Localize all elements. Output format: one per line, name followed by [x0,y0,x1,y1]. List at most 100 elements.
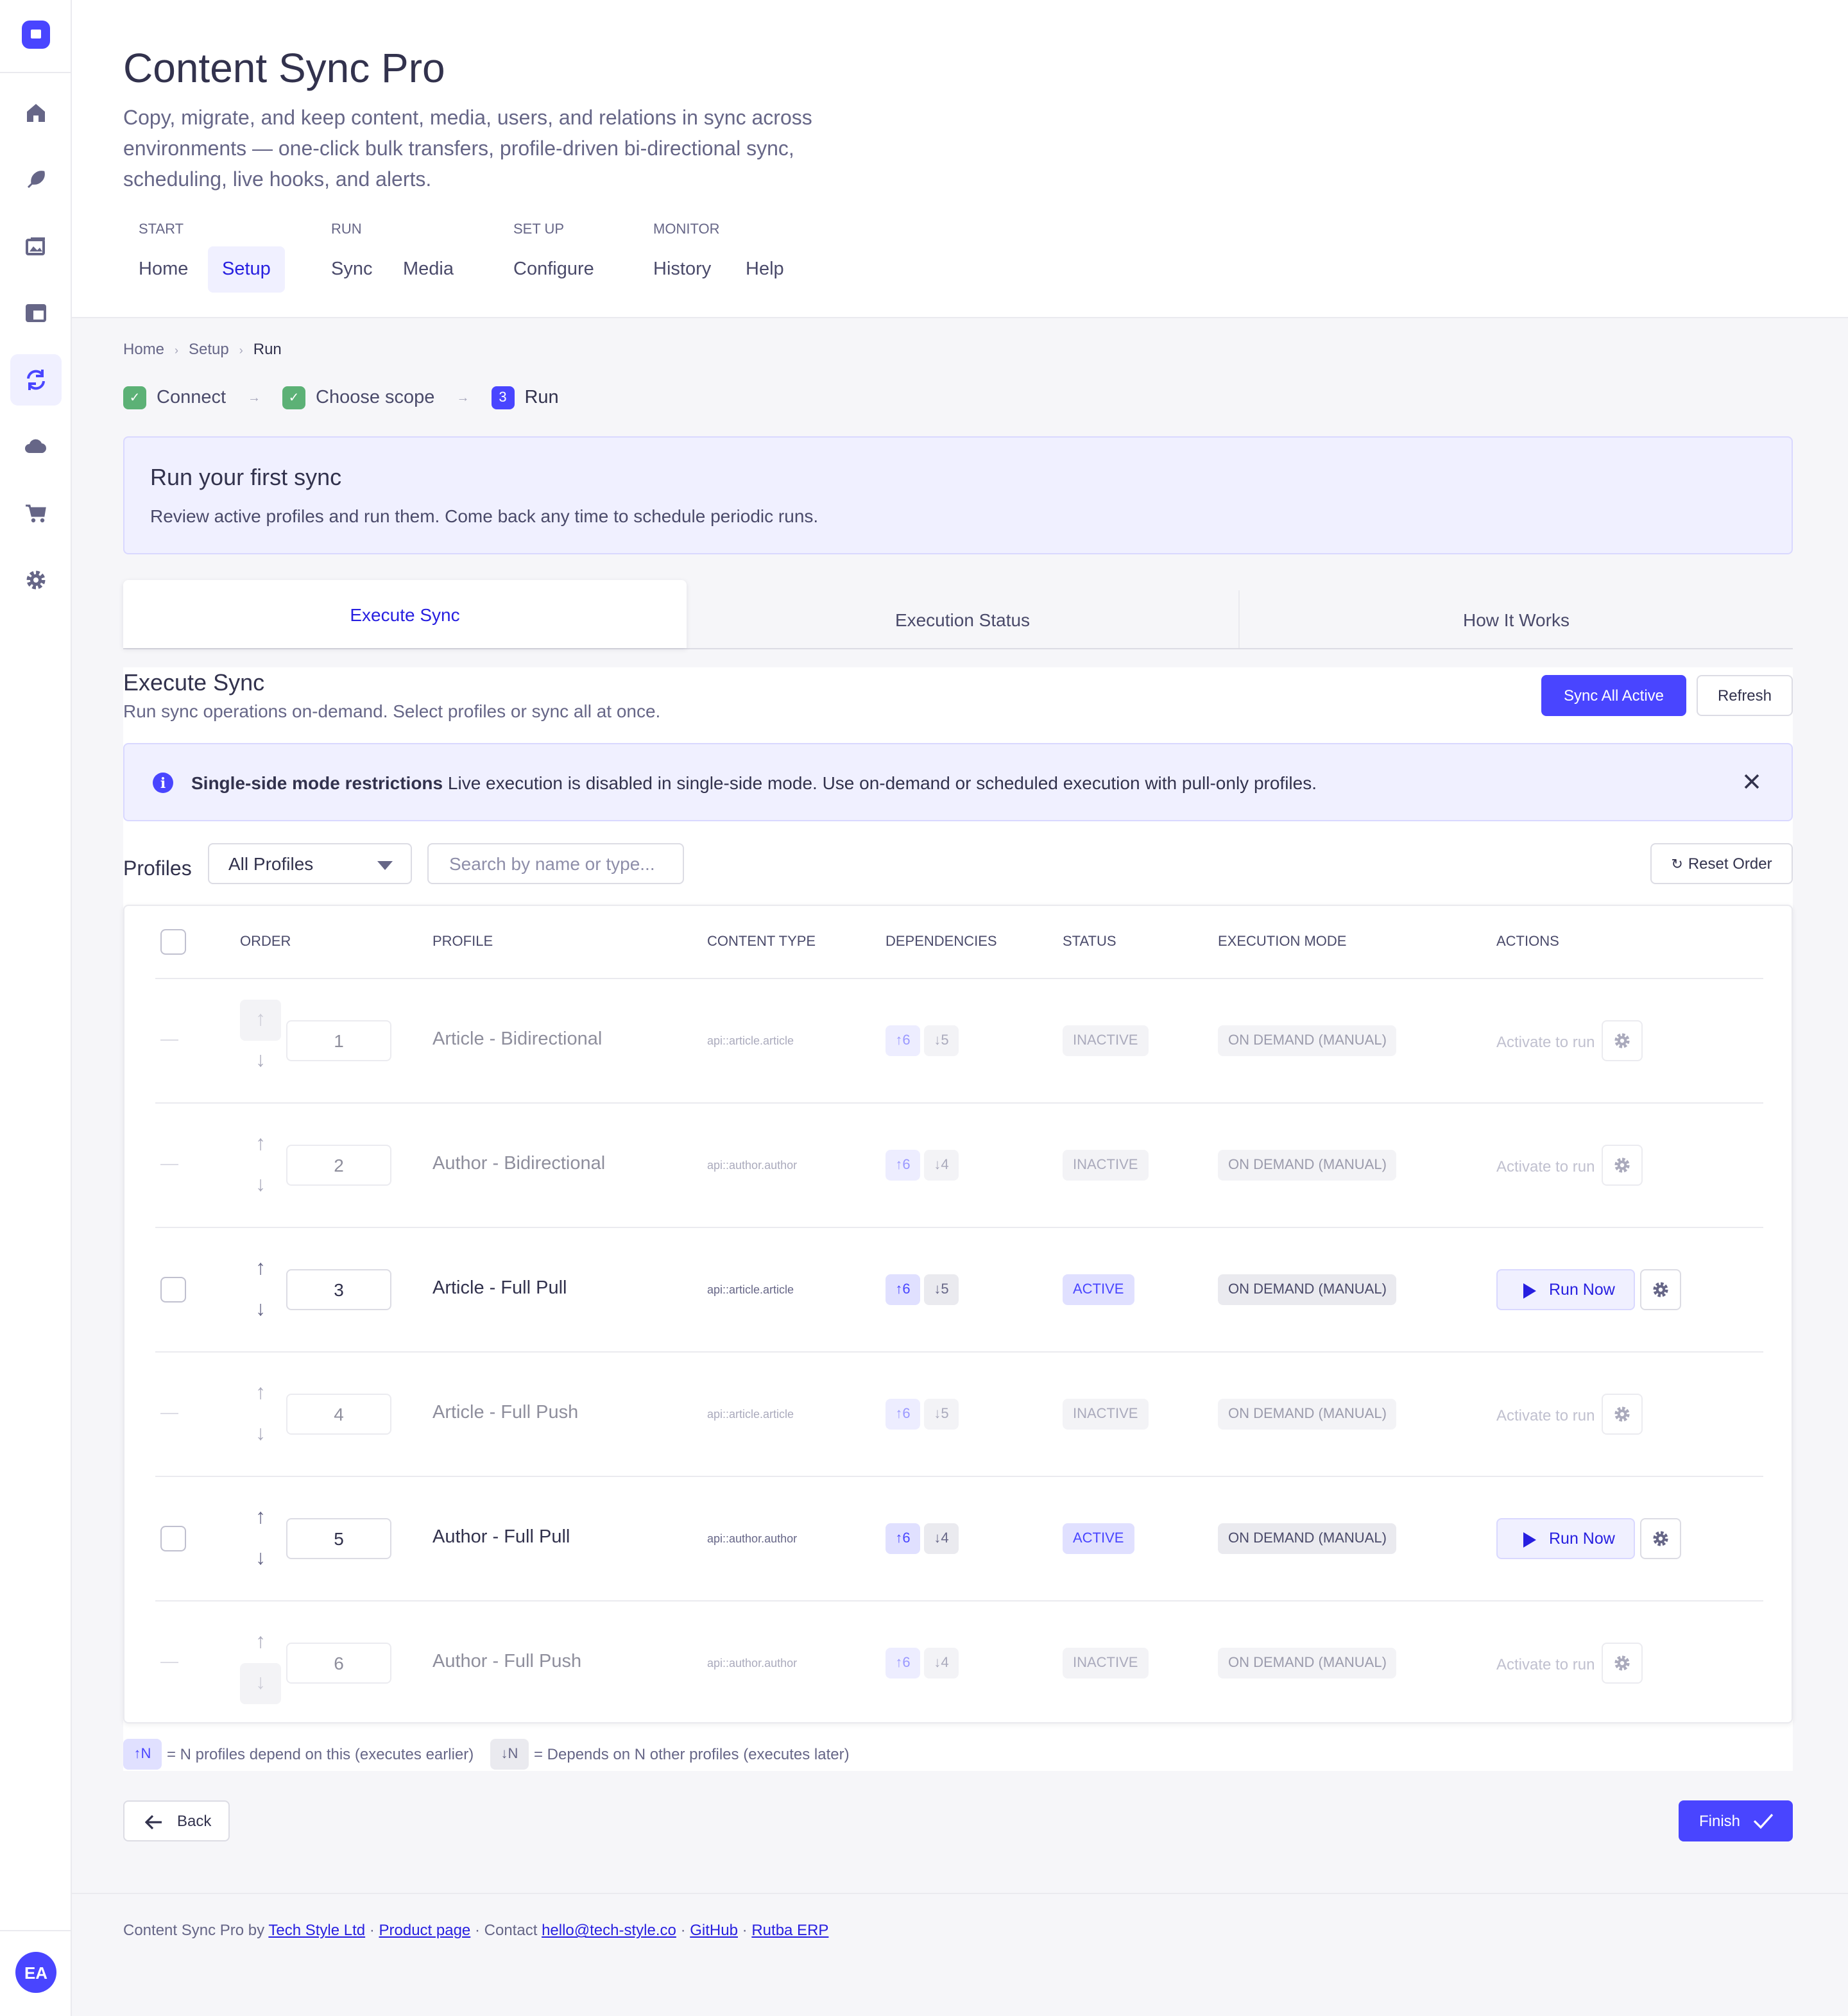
company-link[interactable]: Tech Style Ltd [268,1921,365,1939]
profile-name: Author - Full Pull [432,1527,570,1548]
execution-mode-badge: ON DEMAND (MANUAL) [1218,1150,1397,1181]
row-checkbox[interactable] [160,1526,186,1551]
wizard-steps: ✓ Connect → ✓ Choose scope → 3 Run [123,386,559,409]
gear-icon[interactable] [10,554,62,606]
feather-icon[interactable] [10,154,62,205]
move-down-button[interactable]: ↓ [240,1165,281,1206]
search-input[interactable] [427,843,684,884]
content-type: api::author.author [707,1159,798,1172]
step-connect[interactable]: Connect [157,388,226,408]
tab-execute-sync[interactable]: Execute Sync [123,580,687,648]
arrow-right-icon: → [456,391,470,405]
activate-hint: Activate to run [1496,1655,1595,1673]
table-row: ↑ ↓ Author - Full Pull api::author.autho… [124,1477,1792,1600]
tab-sync[interactable]: Sync [317,246,387,293]
execution-mode-badge: ON DEMAND (MANUAL) [1218,1523,1397,1554]
tab-home[interactable]: Home [124,246,202,293]
select-all-checkbox[interactable] [160,929,186,955]
settings-button[interactable] [1640,1518,1681,1559]
tab-execution-status[interactable]: Execution Status [687,590,1238,648]
order-input[interactable] [286,1394,391,1435]
order-input[interactable] [286,1518,391,1559]
cart-icon[interactable] [10,488,62,539]
move-down-button[interactable]: ↓ [240,1290,281,1331]
run-now-button[interactable]: Run Now [1496,1269,1635,1310]
intro-banner: Run your first sync Review active profil… [123,436,1793,554]
order-input[interactable] [286,1145,391,1186]
status-badge: ACTIVE [1063,1274,1134,1305]
col-status[interactable]: STATUS [1063,934,1116,950]
logo-icon[interactable] [22,21,50,49]
back-button[interactable]: Back [123,1800,230,1841]
dependents-badge: ↑6 [886,1274,920,1305]
finish-button[interactable]: Finish [1679,1800,1793,1841]
run-now-button[interactable]: Run Now [1496,1518,1635,1559]
col-order[interactable]: ORDER [240,934,291,950]
settings-button[interactable] [1602,1643,1643,1684]
legend-up-text: = N profiles depend on this (executes ea… [167,1745,474,1763]
move-up-button[interactable]: ↑ [240,1000,281,1041]
product-page-link[interactable]: Product page [379,1921,471,1939]
tab-configure[interactable]: Configure [499,246,608,293]
footer: Content Sync Pro by Tech Style Ltd · Pro… [123,1921,829,1939]
move-down-button[interactable]: ↓ [240,1539,281,1580]
step-choose-scope[interactable]: Choose scope [316,388,434,408]
row-checkbox[interactable] [160,1277,186,1303]
info-alert: i Single-side mode restrictions Live exe… [123,743,1793,821]
col-dependencies[interactable]: DEPENDENCIES [886,934,997,950]
close-icon[interactable] [1741,771,1762,792]
status-badge: ACTIVE [1063,1523,1134,1554]
select-value: All Profiles [228,853,314,874]
check-icon: ✓ [282,386,306,409]
execution-mode-badge: ON DEMAND (MANUAL) [1218,1274,1397,1305]
email-link[interactable]: hello@tech-style.co [542,1921,676,1939]
settings-button[interactable] [1602,1145,1643,1186]
reset-order-button[interactable]: ↻ Reset Order [1650,843,1793,884]
order-input[interactable] [286,1643,391,1684]
profile-filter-select[interactable]: All Profiles [208,843,412,884]
tab-media[interactable]: Media [389,246,468,293]
settings-button[interactable] [1640,1269,1681,1310]
refresh-button[interactable]: Refresh [1697,675,1793,716]
content-type: api::author.author [707,1657,798,1670]
move-up-button[interactable]: ↑ [240,1622,281,1663]
page-header: Content Sync Pro Copy, migrate, and keep… [72,0,1848,318]
legend-up-pill: ↑N [123,1739,162,1770]
order-input[interactable] [286,1269,391,1310]
move-down-button[interactable]: ↓ [240,1663,281,1704]
settings-button[interactable] [1602,1394,1643,1435]
home-icon[interactable] [10,87,62,139]
move-up-button[interactable]: ↑ [240,1373,281,1414]
avatar[interactable]: EA [15,1952,56,1993]
move-up-button[interactable]: ↑ [240,1498,281,1539]
move-down-button[interactable]: ↓ [240,1414,281,1455]
layout-icon[interactable] [10,287,62,339]
check-icon [1753,1813,1774,1829]
arrow-left-icon [145,1815,162,1830]
settings-button[interactable] [1602,1020,1643,1061]
move-up-button[interactable]: ↑ [240,1124,281,1165]
breadcrumb-home[interactable]: Home [123,340,164,358]
gear-icon [1614,1655,1630,1671]
tab-help[interactable]: Help [732,246,798,293]
col-content-type[interactable]: CONTENT TYPE [707,934,816,950]
move-down-button[interactable]: ↓ [240,1041,281,1082]
tab-how-it-works[interactable]: How It Works [1240,590,1793,648]
col-execution-mode[interactable]: EXECUTION MODE [1218,934,1346,950]
sync-all-active-button[interactable]: Sync All Active [1541,675,1686,716]
erp-link[interactable]: Rutba ERP [751,1921,828,1939]
activate-hint: Activate to run [1496,1033,1595,1051]
tab-history[interactable]: History [639,246,725,293]
order-input[interactable] [286,1020,391,1061]
execution-mode-badge: ON DEMAND (MANUAL) [1218,1399,1397,1430]
github-link[interactable]: GitHub [690,1921,738,1939]
cloud-icon[interactable] [10,421,62,472]
tab-setup[interactable]: Setup [208,246,285,293]
breadcrumb-setup[interactable]: Setup [189,340,229,358]
sync-icon[interactable] [10,354,62,406]
move-up-button[interactable]: ↑ [240,1249,281,1290]
step-number: 3 [491,386,515,409]
dependents-badge: ↑6 [886,1025,920,1056]
media-icon[interactable] [10,221,62,272]
col-profile[interactable]: PROFILE [432,934,493,950]
